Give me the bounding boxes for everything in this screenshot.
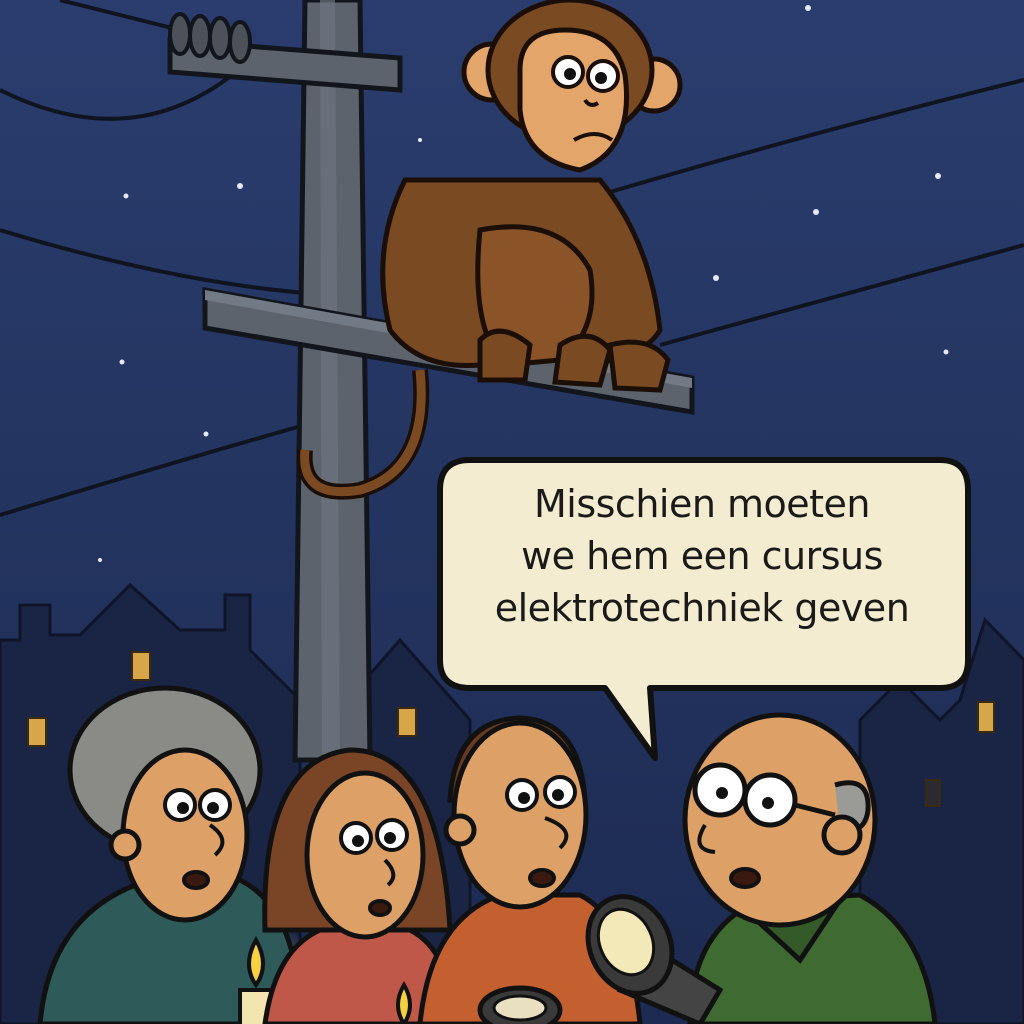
flashlight-icon [477, 985, 563, 1024]
caption-line-1: Misschien moeten [533, 482, 871, 526]
caption-line-3: elektrotechniek geven [494, 586, 910, 630]
comic-panel: Misschien moeten we hem een cursus elekt… [0, 0, 1024, 1024]
candle-small-icon [396, 981, 412, 1024]
caption-line-2: we hem een cursus [521, 534, 883, 578]
speech-bubble-text: Misschien moeten we hem een cursus elekt… [452, 478, 952, 634]
